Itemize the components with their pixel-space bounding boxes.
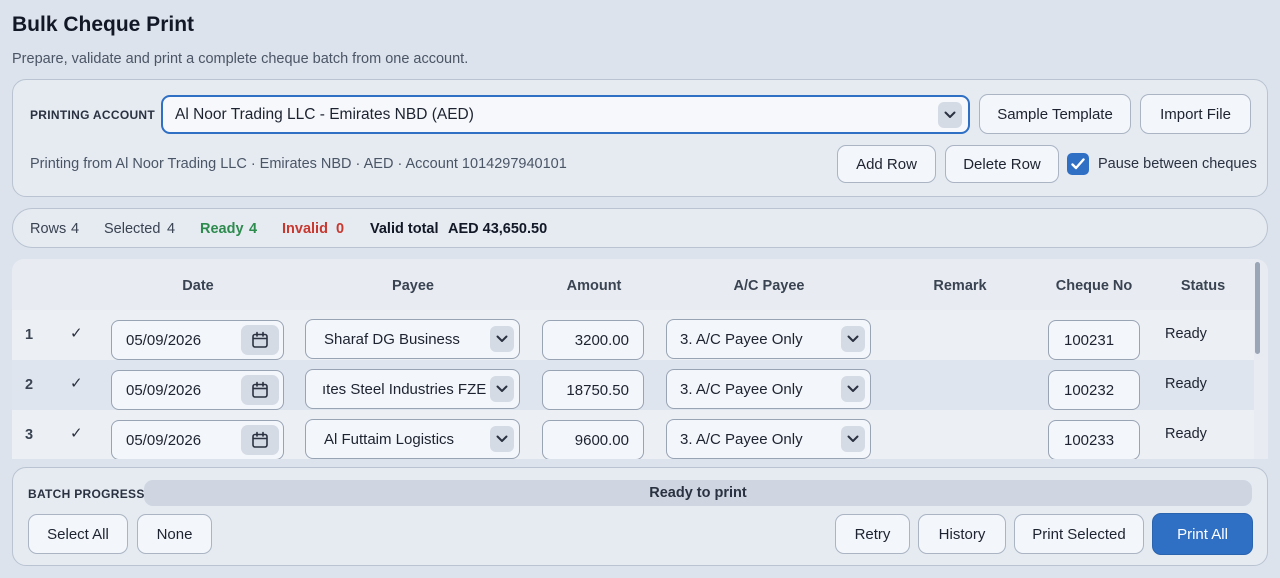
- ac-payee-select[interactable]: 3. A/C Payee Only: [666, 369, 871, 409]
- page-subtitle: Prepare, validate and print a complete c…: [12, 51, 469, 67]
- column-header-payee: Payee: [392, 278, 434, 294]
- cheque-table: Date Payee Amount A/C Payee Remark Chequ…: [12, 259, 1268, 459]
- invalid-value: 0: [336, 221, 345, 237]
- progress-status-text: Ready to print: [649, 485, 747, 501]
- summary-bar: Rows 4 Selected 4 Ready 4 Invalid 0 Vali…: [12, 208, 1268, 248]
- date-value: 05/09/2026: [126, 381, 202, 399]
- valid-total-value: AED 43,650.50: [448, 221, 548, 237]
- rows-value: 4: [71, 221, 80, 237]
- retry-button[interactable]: Retry: [835, 514, 910, 554]
- import-file-button[interactable]: Import File: [1140, 94, 1251, 134]
- page-title: Bulk Cheque Print: [12, 13, 195, 36]
- print-selected-button[interactable]: Print Selected: [1014, 514, 1144, 554]
- amount-field[interactable]: 3200.00: [542, 320, 644, 360]
- account-select-value: Al Noor Trading LLC - Emirates NBD (AED): [175, 105, 474, 123]
- none-button[interactable]: None: [137, 514, 212, 554]
- column-header-status: Status: [1180, 278, 1226, 294]
- status-text: Ready: [1165, 326, 1207, 342]
- table-scrollbar[interactable]: [1255, 262, 1260, 354]
- invalid-label: Invalid: [282, 221, 328, 237]
- account-info-text: Printing from Al Noor Trading LLC · Emir…: [30, 156, 567, 172]
- calendar-icon[interactable]: [241, 425, 279, 455]
- pause-checkbox[interactable]: [1067, 153, 1089, 175]
- table-row[interactable]: 2 ✓ 05/09/2026 ıtes Steel Industries FZE…: [12, 360, 1254, 410]
- chevron-down-icon: [841, 426, 865, 452]
- table-row[interactable]: 3 ✓ 05/09/2026 Al Futtaim Logistics 9600…: [12, 410, 1254, 459]
- ac-payee-value: 3. A/C Payee Only: [680, 380, 803, 398]
- selected-value: 4: [167, 221, 176, 237]
- chevron-down-icon: [490, 426, 514, 452]
- row-number: 1: [25, 327, 34, 343]
- chevron-down-icon: [490, 376, 514, 402]
- ac-payee-value: 3. A/C Payee Only: [680, 430, 803, 448]
- row-check-icon[interactable]: ✓: [70, 324, 83, 342]
- row-number: 3: [25, 427, 34, 443]
- cheque-no-value: 100232: [1064, 381, 1115, 399]
- column-header-date: Date: [182, 278, 214, 294]
- date-value: 05/09/2026: [126, 331, 202, 349]
- date-field[interactable]: 05/09/2026: [111, 320, 284, 360]
- printing-account-label: PRINTING ACCOUNT: [30, 108, 156, 122]
- ac-payee-select[interactable]: 3. A/C Payee Only: [666, 319, 871, 359]
- cheque-no-value: 100233: [1064, 431, 1115, 449]
- row-check-icon[interactable]: ✓: [70, 424, 83, 442]
- cheque-no-field[interactable]: 100233: [1048, 420, 1140, 459]
- batch-progress-panel: BATCH PROGRESS Ready to print Select All…: [12, 467, 1268, 566]
- amount-value: 9600.00: [574, 431, 629, 449]
- date-value: 05/09/2026: [126, 431, 202, 449]
- batch-progress-bar: Ready to print: [144, 480, 1252, 506]
- payee-select[interactable]: Al Futtaim Logistics: [305, 419, 520, 459]
- ready-label: Ready: [200, 221, 244, 237]
- payee-value: Sharaf DG Business: [324, 330, 460, 348]
- chevron-down-icon: [938, 102, 962, 128]
- amount-value: 3200.00: [574, 331, 629, 349]
- table-row[interactable]: 1 ✓ 05/09/2026 Sharaf DG Business 3200.0…: [12, 310, 1254, 360]
- history-button[interactable]: History: [918, 514, 1006, 554]
- ready-value: 4: [249, 221, 258, 237]
- add-row-button[interactable]: Add Row: [837, 145, 936, 183]
- selected-label: Selected: [104, 221, 161, 237]
- sample-template-button[interactable]: Sample Template: [979, 94, 1131, 134]
- account-panel: PRINTING ACCOUNT Al Noor Trading LLC - E…: [12, 79, 1268, 197]
- ac-payee-select[interactable]: 3. A/C Payee Only: [666, 419, 871, 459]
- payee-select[interactable]: ıtes Steel Industries FZE: [305, 369, 520, 409]
- cheque-no-value: 100231: [1064, 331, 1115, 349]
- row-number: 2: [25, 377, 34, 393]
- status-text: Ready: [1165, 426, 1207, 442]
- calendar-icon[interactable]: [241, 325, 279, 355]
- amount-value: 18750.50: [566, 381, 629, 399]
- amount-field[interactable]: 18750.50: [542, 370, 644, 410]
- date-field[interactable]: 05/09/2026: [111, 370, 284, 410]
- status-text: Ready: [1165, 376, 1207, 392]
- payee-select[interactable]: Sharaf DG Business: [305, 319, 520, 359]
- valid-total-label: Valid total: [370, 221, 439, 237]
- cheque-no-field[interactable]: 100231: [1048, 320, 1140, 360]
- select-all-button[interactable]: Select All: [28, 514, 128, 554]
- calendar-icon[interactable]: [241, 375, 279, 405]
- chevron-down-icon: [490, 326, 514, 352]
- column-header-remark: Remark: [933, 278, 987, 294]
- account-select[interactable]: Al Noor Trading LLC - Emirates NBD (AED): [161, 95, 970, 134]
- check-icon: [1071, 158, 1085, 170]
- pause-label: Pause between cheques: [1098, 156, 1257, 172]
- payee-value: ıtes Steel Industries FZE: [322, 380, 487, 398]
- chevron-down-icon: [841, 326, 865, 352]
- ac-payee-value: 3. A/C Payee Only: [680, 330, 803, 348]
- column-header-ac-payee: A/C Payee: [733, 278, 805, 294]
- rows-label: Rows: [30, 221, 67, 237]
- amount-field[interactable]: 9600.00: [542, 420, 644, 459]
- batch-progress-label: BATCH PROGRESS: [28, 487, 145, 501]
- chevron-down-icon: [841, 376, 865, 402]
- print-all-button[interactable]: Print All: [1152, 513, 1253, 555]
- payee-value: Al Futtaim Logistics: [324, 430, 455, 448]
- row-check-icon[interactable]: ✓: [70, 374, 83, 392]
- date-field[interactable]: 05/09/2026: [111, 420, 284, 459]
- delete-row-button[interactable]: Delete Row: [945, 145, 1059, 183]
- column-header-amount: Amount: [566, 278, 622, 294]
- column-header-cheque-no: Cheque No: [1055, 278, 1133, 294]
- cheque-no-field[interactable]: 100232: [1048, 370, 1140, 410]
